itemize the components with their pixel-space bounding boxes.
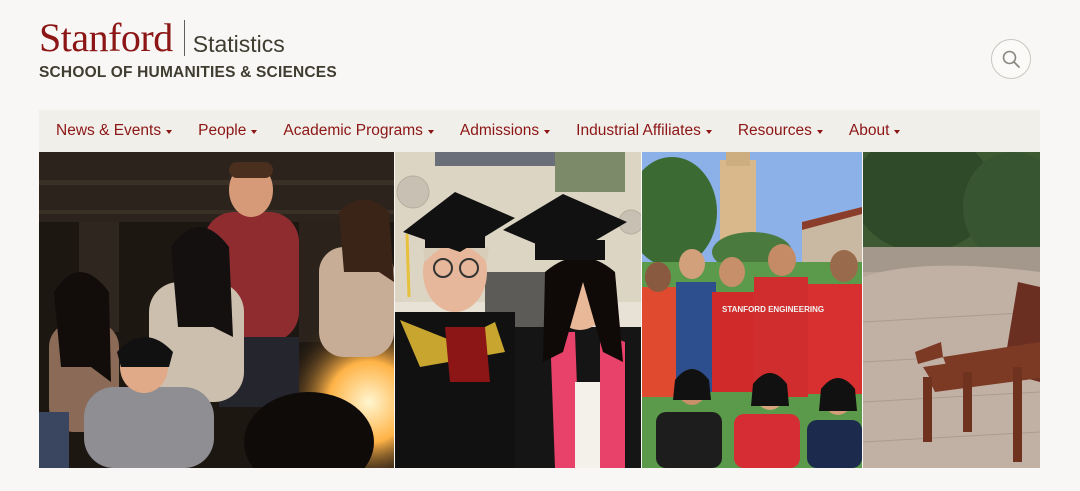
nav-news-events[interactable]: News & Events xyxy=(56,122,173,140)
nav-label: Resources xyxy=(737,122,812,139)
photo-campfire xyxy=(39,152,394,468)
logo-divider xyxy=(183,20,185,56)
nav-label: Academic Programs xyxy=(283,122,423,139)
search-button[interactable] xyxy=(991,39,1031,79)
caret-down-icon xyxy=(166,130,173,134)
caret-down-icon xyxy=(705,130,712,134)
caret-down-icon xyxy=(894,130,901,134)
nav-label: Industrial Affiliates xyxy=(576,122,701,139)
photo-bench xyxy=(863,152,1040,468)
nav-label: News & Events xyxy=(56,122,162,139)
photo-group-tower: STANFORD ENGINEERING xyxy=(642,152,862,468)
caret-down-icon xyxy=(816,130,823,134)
stanford-wordmark: Stanford xyxy=(39,15,173,60)
nav-about[interactable]: About xyxy=(849,122,901,140)
nav-academic-programs[interactable]: Academic Programs xyxy=(283,122,434,140)
photo-banner: STANFORD ENGINEERING xyxy=(39,152,1040,468)
caret-down-icon xyxy=(544,130,551,134)
nav-people[interactable]: People xyxy=(198,122,258,140)
caret-down-icon xyxy=(251,130,258,134)
nav-admissions[interactable]: Admissions xyxy=(459,122,551,140)
nav-label: Admissions xyxy=(459,122,540,139)
department-name: Statistics xyxy=(192,31,285,57)
school-name: SCHOOL OF HUMANITIES & SCIENCES xyxy=(39,64,337,81)
nav-label: People xyxy=(198,122,247,139)
site-header: Stanford Statistics SCHOOL OF HUMANITIES… xyxy=(0,0,1080,110)
photo-graduates xyxy=(395,152,641,468)
nav-resources[interactable]: Resources xyxy=(738,122,823,140)
nav-label: About xyxy=(848,122,890,139)
shirt-text: STANFORD ENGINEERING xyxy=(722,305,824,314)
nav-industrial-affiliates[interactable]: Industrial Affiliates xyxy=(576,122,712,140)
stanford-statistics-logo[interactable]: Stanford Statistics SCHOOL OF HUMANITIES… xyxy=(39,18,337,82)
caret-down-icon xyxy=(427,130,434,134)
main-navigation: News & Events People Academic Programs A… xyxy=(39,110,1040,152)
search-icon xyxy=(1002,50,1020,68)
